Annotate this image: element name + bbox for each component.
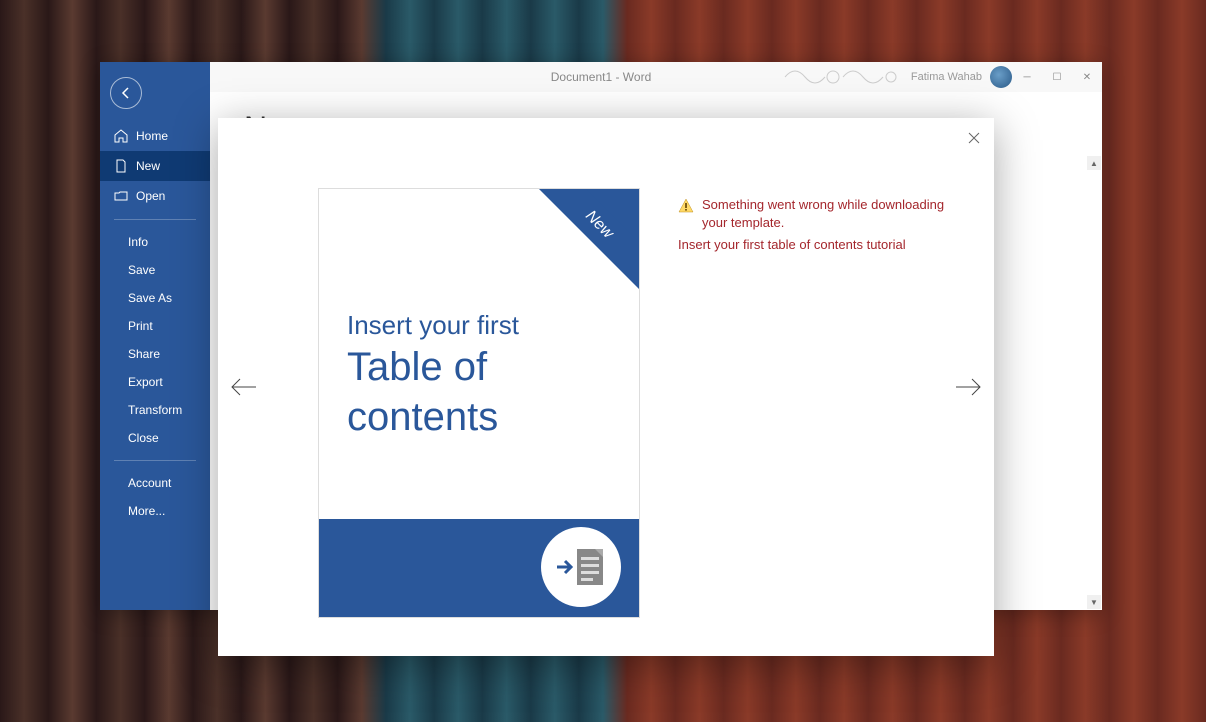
preview-title: Insert your first Table of contents (347, 309, 519, 442)
close-icon (968, 132, 980, 144)
sidebar-item-export[interactable]: Export (100, 368, 210, 396)
sidebar-separator (114, 219, 196, 220)
user-name: Fatima Wahab (911, 71, 982, 83)
title-flourish (783, 59, 903, 95)
title-bar: Document1 - Word Fatima Wahab ─ ☐ ✕ (100, 62, 1102, 92)
sidebar-label-open: Open (136, 189, 165, 203)
preview-line2: Table of (347, 342, 519, 392)
preview-footer (319, 519, 639, 617)
sidebar-separator-2 (114, 460, 196, 461)
modal-close-button[interactable] (964, 128, 984, 148)
title-decor: Fatima Wahab (712, 57, 1012, 97)
window-title: Document1 - Word (551, 70, 651, 84)
error-template-name: Insert your first table of contents tuto… (678, 237, 958, 252)
arrow-left-icon (230, 377, 258, 397)
document-arrow-icon (555, 545, 607, 589)
minimize-button[interactable]: ─ (1012, 62, 1042, 92)
preview-line1: Insert your first (347, 310, 519, 340)
preview-line3: contents (347, 392, 519, 442)
scroll-down-button[interactable]: ▼ (1087, 595, 1101, 609)
sidebar-item-open[interactable]: Open (100, 181, 210, 211)
window-controls: ─ ☐ ✕ (1012, 62, 1102, 92)
next-template-button[interactable] (948, 367, 988, 407)
scroll-up-button[interactable]: ▲ (1087, 156, 1101, 170)
sidebar-item-new[interactable]: New (100, 151, 210, 181)
sidebar-item-share[interactable]: Share (100, 340, 210, 368)
sidebar-item-save[interactable]: Save (100, 256, 210, 284)
arrow-right-icon (954, 377, 982, 397)
sidebar-item-more[interactable]: More... (100, 497, 210, 525)
avatar[interactable] (990, 66, 1012, 88)
sidebar-item-close[interactable]: Close (100, 424, 210, 452)
preview-icon-circle (541, 527, 621, 607)
back-arrow-icon (119, 86, 133, 100)
back-button[interactable] (110, 77, 142, 109)
sidebar-label-new: New (136, 159, 160, 173)
template-preview-modal: New Insert your first Table of contents (218, 118, 994, 656)
backstage-sidebar: Home New Open Info Save Save As Print Sh… (100, 62, 210, 610)
sidebar-item-info[interactable]: Info (100, 228, 210, 256)
maximize-button[interactable]: ☐ (1042, 62, 1072, 92)
sidebar-item-save-as[interactable]: Save As (100, 284, 210, 312)
error-message: Something went wrong while downloading y… (702, 196, 958, 231)
home-icon (114, 129, 128, 143)
sidebar-item-print[interactable]: Print (100, 312, 210, 340)
prev-template-button[interactable] (224, 367, 264, 407)
template-preview: New Insert your first Table of contents (318, 188, 640, 618)
warning-icon (678, 198, 694, 214)
sidebar-item-transform[interactable]: Transform (100, 396, 210, 424)
folder-open-icon (114, 189, 128, 203)
sidebar-item-account[interactable]: Account (100, 469, 210, 497)
close-window-button[interactable]: ✕ (1072, 62, 1102, 92)
new-document-icon (114, 159, 128, 173)
sidebar-item-home[interactable]: Home (100, 121, 210, 151)
error-block: Something went wrong while downloading y… (678, 196, 958, 252)
sidebar-label-home: Home (136, 129, 168, 143)
